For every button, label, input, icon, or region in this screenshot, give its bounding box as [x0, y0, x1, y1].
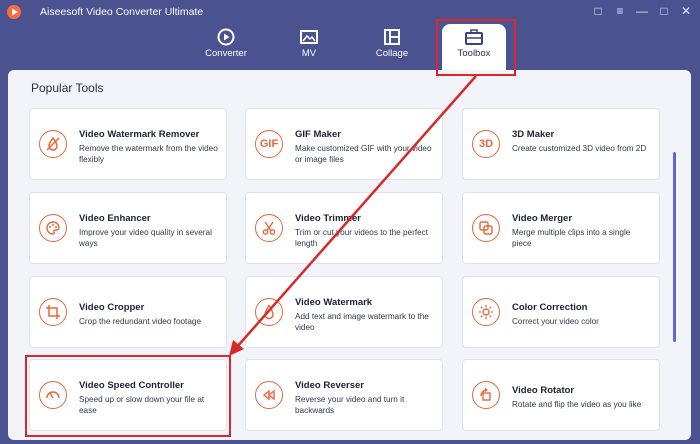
converter-icon: [217, 28, 235, 46]
tab-converter-label: Converter: [205, 48, 247, 59]
merge-icon: [472, 214, 500, 242]
tab-mv-label: MV: [301, 48, 317, 59]
tab-toolbox-label: Toolbox: [457, 48, 491, 59]
tool-description: Speed up or slow down your file at ease: [79, 395, 205, 415]
tool-title: Video Trimmer: [295, 213, 361, 224]
rewind-icon: [255, 381, 283, 409]
toolbox-icon: [465, 29, 483, 45]
scrollbar[interactable]: [673, 152, 676, 342]
tool-card-gif-maker[interactable]: GIF GIF Maker Make customized GIF with y…: [245, 108, 443, 180]
main-nav: Converter MV Collage Toolbox: [0, 24, 700, 70]
close-icon[interactable]: ✕: [678, 4, 694, 18]
tool-card-video-reverser[interactable]: Video Reverser Reverse your video and tu…: [245, 359, 443, 431]
tab-converter[interactable]: Converter: [188, 24, 264, 70]
rotate-icon: [472, 381, 500, 409]
app-title: Aiseesoft Video Converter Ultimate: [40, 6, 204, 18]
speedometer-icon: [39, 381, 67, 409]
tool-card-video-cropper[interactable]: Video Cropper Crop the redundant video f…: [29, 276, 227, 348]
minimize-icon[interactable]: —: [634, 4, 650, 18]
mv-icon: [300, 30, 318, 44]
tool-title: Video Speed Controller: [79, 380, 184, 391]
tool-card-video-watermark[interactable]: Video Watermark Add text and image water…: [245, 276, 443, 348]
collage-icon: [384, 29, 400, 45]
tool-title: Video Cropper: [79, 302, 145, 313]
3d-icon: 3D: [472, 130, 500, 158]
tool-card-video-enhancer[interactable]: Video Enhancer Improve your video qualit…: [29, 192, 227, 264]
tool-description: Merge multiple clips into a single piece: [512, 228, 631, 248]
tool-title: 3D Maker: [512, 129, 555, 140]
title-bar: Aiseesoft Video Converter Ultimate □ ≡ —…: [0, 0, 700, 24]
tool-title: Video Merger: [512, 213, 573, 224]
app-logo-icon: [7, 5, 21, 19]
palette-icon: [39, 214, 67, 242]
tool-title: Color Correction: [512, 302, 588, 313]
tool-title: Video Watermark: [295, 297, 373, 308]
tool-title: GIF Maker: [295, 129, 341, 140]
tool-card-video-watermark-remover[interactable]: Video Watermark Remover Remove the water…: [29, 108, 227, 180]
tool-card-video-speed-controller[interactable]: Video Speed Controller Speed up or slow …: [29, 359, 227, 431]
tool-description: Add text and image watermark to the vide…: [295, 312, 429, 332]
tool-description: Rotate and flip the video as you like: [512, 400, 642, 409]
tab-mv[interactable]: MV: [271, 24, 347, 70]
tool-card-video-merger[interactable]: Video Merger Merge multiple clips into a…: [462, 192, 660, 264]
tool-description: Create customized 3D video from 2D: [512, 144, 647, 153]
tool-description: Improve your video quality in several wa…: [79, 228, 212, 248]
chat-icon[interactable]: □: [590, 4, 606, 18]
menu-icon[interactable]: ≡: [612, 4, 628, 18]
tool-description: Crop the redundant video footage: [79, 317, 201, 326]
tool-title: Video Rotator: [512, 385, 575, 396]
tool-description: Reverse your video and turn it backwards: [295, 395, 405, 415]
tab-toolbox[interactable]: Toolbox: [442, 24, 506, 70]
tab-collage-label: Collage: [375, 48, 409, 59]
gif-icon: GIF: [255, 130, 283, 158]
maximize-icon[interactable]: □: [656, 4, 672, 18]
tool-card-color-correction[interactable]: Color Correction Correct your video colo…: [462, 276, 660, 348]
sun-icon: [472, 298, 500, 326]
tool-card-3d-maker[interactable]: 3D 3D Maker Create customized 3D video f…: [462, 108, 660, 180]
tool-title: Video Reverser: [295, 380, 365, 391]
tool-description: Trim or cut your videos to the perfect l…: [295, 228, 429, 248]
tab-collage[interactable]: Collage: [354, 24, 430, 70]
tool-card-video-trimmer[interactable]: Video Trimmer Trim or cut your videos to…: [245, 192, 443, 264]
crop-icon: [39, 298, 67, 326]
tool-title: Video Enhancer: [79, 213, 151, 224]
tool-card-video-rotator[interactable]: Video Rotator Rotate and flip the video …: [462, 359, 660, 431]
scissors-icon: [255, 214, 283, 242]
drop-icon: [255, 298, 283, 326]
window-controls: □ ≡ — □ ✕: [590, 4, 694, 18]
tool-description: Make customized GIF with your video or i…: [295, 144, 432, 164]
watermark-remover-icon: [39, 130, 67, 158]
section-title: Popular Tools: [31, 81, 104, 95]
tool-description: Correct your video color: [512, 317, 599, 326]
tool-description: Remove the watermark from the video flex…: [79, 144, 218, 164]
tool-title: Video Watermark Remover: [79, 129, 200, 140]
